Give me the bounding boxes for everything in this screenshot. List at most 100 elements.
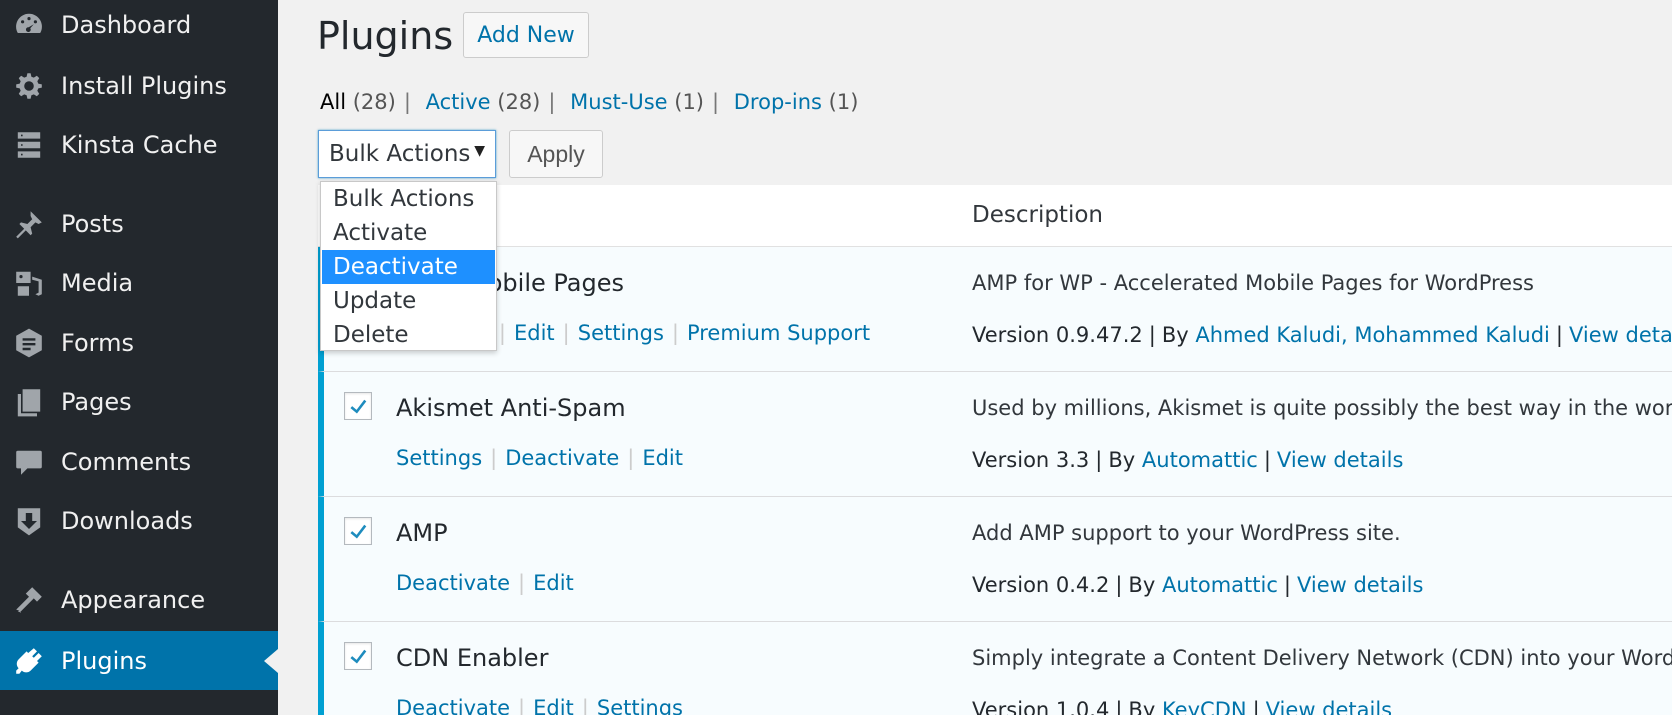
table-row: AMP Deactivate | Edit Add AMP support to y… [318, 497, 1672, 622]
plugin-meta: Version 0.4.2 | By Automattic | View details [972, 573, 1424, 597]
checkmark-icon [350, 524, 367, 539]
page-title: Plugins [317, 14, 454, 58]
server-icon [12, 128, 46, 162]
bulk-actions-select[interactable]: Bulk Actions ▼ [318, 130, 496, 178]
plugin-author-link[interactable]: Ahmed Kaludi, Mohammed Kaludi [1195, 323, 1550, 347]
filter-active-link[interactable]: Active [426, 90, 491, 114]
plugin-icon [12, 644, 46, 678]
table-row: ted Mobile Pages e|Edit|Settings|Premium… [318, 247, 1672, 372]
action-edit[interactable]: Edit [514, 321, 555, 345]
row-checkbox[interactable] [344, 392, 372, 420]
sidebar-item-label: Comments [61, 448, 192, 476]
sidebar-item-comments[interactable]: Comments [0, 434, 278, 490]
plugin-actions: Settings | Deactivate | Edit [396, 446, 683, 470]
view-details-link[interactable]: View details [1569, 323, 1672, 347]
row-checkbox[interactable] [344, 517, 372, 545]
plugin-author-link[interactable]: Automattic [1162, 573, 1278, 597]
action-settings[interactable]: Settings [597, 696, 683, 715]
plugin-meta: Version 3.3 | By Automattic | View details [972, 448, 1404, 472]
main-content: Plugins Add New All (28) | Active (28) | M… [278, 0, 1672, 715]
column-header-description: Description [972, 202, 1103, 228]
sidebar-item-media[interactable]: Media [0, 255, 278, 311]
table-header: Description [318, 185, 1672, 247]
admin-sidebar: Dashboard Install Plugins Kinsta Cache P… [0, 0, 278, 715]
plugin-actions: Deactivate | Edit | Settings [396, 696, 683, 715]
plugin-actions: e|Edit|Settings|Premium Support [478, 321, 870, 345]
plugin-meta: Version 1.0.4 | By KeyCDN | View details [972, 698, 1392, 715]
plugin-by: By [1128, 573, 1156, 597]
view-details-link[interactable]: View details [1266, 698, 1392, 715]
sidebar-item-kinsta-cache[interactable]: Kinsta Cache [0, 117, 278, 173]
action-deactivate[interactable]: Deactivate [505, 446, 619, 470]
filter-all-count: (28) [352, 90, 396, 114]
plugin-meta: Version 0.9.47.2 | By Ahmed Kaludi, Mohamm… [972, 323, 1672, 347]
sidebar-item-label: Posts [61, 210, 124, 238]
plugin-by: By [1128, 698, 1156, 715]
dashboard-icon [12, 8, 46, 42]
bulk-option-delete[interactable]: Delete [322, 318, 495, 352]
action-edit[interactable]: Edit [533, 571, 574, 595]
action-premium-support[interactable]: Premium Support [687, 321, 870, 345]
sidebar-item-appearance[interactable]: Appearance [0, 572, 278, 628]
action-settings[interactable]: Settings [396, 446, 482, 470]
sidebar-item-label: Downloads [61, 507, 193, 535]
action-deactivate[interactable]: Deactivate [396, 571, 510, 595]
forms-icon [12, 326, 46, 360]
bulk-actions-dropdown: Bulk Actions Activate Deactivate Update … [320, 181, 497, 351]
sidebar-item-forms[interactable]: Forms [0, 315, 278, 371]
add-new-button[interactable]: Add New [463, 12, 589, 58]
bulk-option-activate[interactable]: Activate [322, 216, 495, 250]
plugin-version: Version 0.9.47.2 [972, 323, 1143, 347]
action-edit[interactable]: Edit [533, 696, 574, 715]
bulk-option-deactivate[interactable]: Deactivate [322, 250, 495, 284]
row-checkbox[interactable] [344, 642, 372, 670]
bulk-option-bulk-actions[interactable]: Bulk Actions [322, 182, 495, 216]
apply-button[interactable]: Apply [509, 130, 603, 178]
plugins-table: Description ted Mobile Pages e|Edit|Sett… [318, 185, 1672, 715]
sidebar-item-label: Pages [61, 388, 132, 416]
media-icon [12, 266, 46, 300]
sidebar-item-install-plugins[interactable]: Install Plugins [0, 58, 278, 114]
sidebar-item-downloads[interactable]: Downloads [0, 493, 278, 549]
sidebar-item-label: Forms [61, 329, 134, 357]
sidebar-item-posts[interactable]: Posts [0, 196, 278, 252]
view-details-link[interactable]: View details [1297, 573, 1423, 597]
action-edit[interactable]: Edit [642, 446, 683, 470]
filter-all-link[interactable]: All [320, 90, 346, 114]
view-details-link[interactable]: View details [1277, 448, 1403, 472]
plugin-version: Version 1.0.4 [972, 698, 1110, 715]
bulk-option-update[interactable]: Update [322, 284, 495, 318]
checkmark-icon [350, 649, 367, 664]
comment-icon [12, 445, 46, 479]
table-row: Akismet Anti-Spam Settings | Deactivate | Ed… [318, 372, 1672, 497]
action-deactivate[interactable]: Deactivate [396, 696, 510, 715]
gear-icon [12, 69, 46, 103]
plugin-description: Simply integrate a Content Delivery Netw… [972, 646, 1672, 670]
sidebar-item-pages[interactable]: Pages [0, 374, 278, 430]
plugin-version: Version 0.4.2 [972, 573, 1110, 597]
plugin-actions: Deactivate | Edit [396, 571, 574, 595]
brush-icon [12, 583, 46, 617]
pages-icon [12, 385, 46, 419]
filter-active-count: (28) [497, 90, 541, 114]
filter-separator: | [712, 90, 720, 114]
plugin-name: Akismet Anti-Spam [396, 394, 626, 422]
sidebar-item-dashboard[interactable]: Dashboard [0, 0, 278, 53]
plugin-name: AMP [396, 519, 448, 547]
filter-dropins-link[interactable]: Drop-ins [734, 90, 822, 114]
sidebar-item-label: Dashboard [61, 11, 192, 39]
table-row: CDN Enabler Deactivate | Edit | Settings Sim… [318, 622, 1672, 715]
plugin-by: By [1108, 448, 1136, 472]
plugin-author-link[interactable]: KeyCDN [1162, 698, 1247, 715]
filter-mustuse-link[interactable]: Must-Use [570, 90, 667, 114]
bulk-actions-value: Bulk Actions [329, 141, 471, 167]
sidebar-item-label: Appearance [61, 586, 206, 614]
plugin-author-link[interactable]: Automattic [1142, 448, 1258, 472]
sidebar-item-plugins[interactable]: Plugins [0, 631, 278, 690]
sidebar-item-label: Media [61, 269, 134, 297]
download-icon [12, 504, 46, 538]
dropdown-arrow-icon: ▼ [474, 143, 485, 159]
filter-separator: | [548, 90, 556, 114]
pin-icon [12, 207, 46, 241]
action-settings[interactable]: Settings [578, 321, 664, 345]
